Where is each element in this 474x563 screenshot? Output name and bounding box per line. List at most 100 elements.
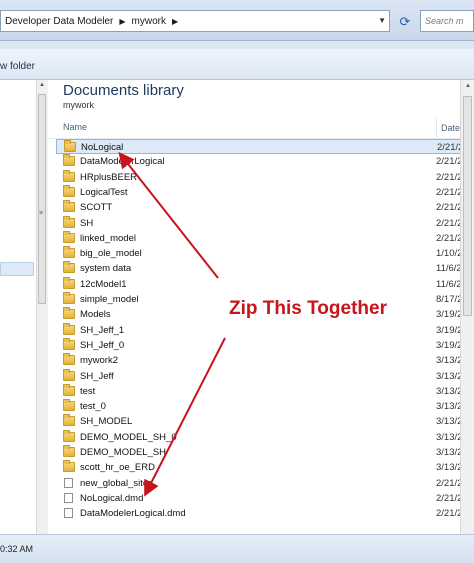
folder-row[interactable]: linked_model 2/21/20: [56, 230, 468, 246]
file-date: 3/13/2: [436, 355, 463, 367]
search-input[interactable]: Search m: [420, 10, 474, 32]
file-name: SH_Jeff_1: [80, 324, 125, 336]
folder-row[interactable]: SH_Jeff 3/13/2: [56, 368, 463, 384]
folder-icon: [63, 353, 75, 366]
file-name: simple_model: [80, 294, 139, 305]
file-name: Models: [80, 309, 111, 321]
folder-row[interactable]: SH_MODEL 3/13/2: [56, 414, 462, 429]
folder-row[interactable]: DEMO_MODEL_SH 3/13/2: [56, 445, 462, 460]
file-name: SH: [80, 217, 94, 229]
file-row[interactable]: DataModelerLogical.dmd 2/21/20: [56, 506, 468, 521]
folder-icon: [63, 445, 75, 457]
column-header-name[interactable]: Name: [63, 122, 87, 132]
folder-icon: [63, 322, 75, 335]
refresh-icon[interactable]: ⟳: [396, 13, 414, 31]
folder-row[interactable]: system data 11/6/2: [56, 261, 462, 276]
new-folder-button[interactable]: w folder: [0, 61, 35, 72]
chevron-down-icon[interactable]: ▼: [378, 16, 386, 25]
file-name: SH_Jeff_0: [80, 339, 125, 351]
breadcrumb-separator-icon[interactable]: ▶: [117, 17, 127, 26]
file-name: DataModelerLogical.dmd: [80, 508, 186, 520]
file-icon: [64, 492, 73, 503]
folder-row[interactable]: SH 2/21/20: [56, 215, 468, 231]
breadcrumb-mywork[interactable]: mywork: [128, 16, 170, 27]
scroll-grip-icon: ≡: [39, 210, 44, 217]
folder-row[interactable]: LogicalTest 2/21/20: [56, 184, 468, 200]
scroll-up-icon[interactable]: ▲: [39, 82, 45, 88]
address-bar[interactable]: Developer Data Modeler ▶ mywork ▶ ▼: [0, 10, 390, 32]
file-name: NoLogical: [81, 142, 124, 153]
file-name: big_ole_model: [80, 248, 142, 260]
library-title: Documents library: [63, 82, 184, 99]
file-date: 3/13/2: [436, 385, 463, 397]
file-date: 3/13/2: [436, 416, 463, 428]
folder-row[interactable]: SCOTT 2/21/20: [56, 200, 468, 215]
folder-icon: [63, 246, 75, 259]
clock-time[interactable]: 0:32 AM: [0, 544, 33, 554]
folder-row[interactable]: big_ole_model 1/10/20: [56, 246, 468, 261]
file-date: 11/6/2: [436, 263, 462, 275]
file-date: 3/13/2: [436, 431, 463, 443]
file-name: HRplusBEER: [80, 171, 138, 183]
file-name: test_0: [80, 401, 106, 413]
folder-row[interactable]: HRplusBEER 2/21/20: [56, 169, 468, 185]
folder-icon: [63, 154, 75, 167]
navigation-scrollbar[interactable]: ▲ ≡: [36, 80, 48, 534]
file-name: mywork2: [80, 355, 119, 367]
file-name: test: [80, 385, 96, 397]
folder-row[interactable]: NoLogical 2/21/20: [56, 139, 469, 154]
folder-row[interactable]: DEMO_MODEL_SH_0 3/13/2: [56, 429, 463, 445]
file-name: SH_MODEL: [80, 416, 133, 428]
file-icon: [64, 508, 73, 519]
file-date: 3/13/2: [436, 370, 463, 382]
folder-icon: [64, 140, 76, 152]
folder-row[interactable]: test_0 3/13/2: [56, 399, 462, 414]
library-subtitle: mywork: [63, 100, 94, 110]
folder-row[interactable]: mywork2 3/13/2: [56, 353, 462, 368]
file-name: LogicalTest: [80, 186, 128, 198]
command-toolbar: w folder: [0, 41, 474, 80]
folder-row[interactable]: SH_Jeff_0 3/19/2: [56, 337, 463, 353]
breadcrumb-separator-icon[interactable]: ▶: [170, 17, 180, 26]
file-name: linked_model: [80, 232, 136, 244]
folder-row[interactable]: DataModelerLogical 2/21/20: [56, 154, 468, 169]
file-row[interactable]: NoLogical.dmd 2/21/20: [56, 491, 468, 506]
folder-row[interactable]: 12cModel1 11/6/2: [56, 276, 462, 292]
folder-icon: [63, 184, 75, 197]
folder-icon: [63, 399, 75, 412]
folder-icon: [63, 215, 75, 228]
file-date: 11/6/2: [436, 278, 462, 290]
nav-selected-item[interactable]: [0, 262, 34, 276]
file-name: SH_Jeff: [80, 370, 114, 382]
file-name: DEMO_MODEL_SH: [80, 447, 167, 458]
file-name: new_global_sites: [80, 477, 153, 489]
navigation-pane[interactable]: [0, 80, 37, 534]
folder-icon: [63, 292, 75, 304]
folder-icon: [63, 169, 75, 182]
column-header-row: Name Date m: [48, 118, 470, 139]
file-date: 3/19/2: [436, 309, 463, 321]
folder-icon: [63, 414, 75, 427]
folder-icon: [63, 460, 75, 473]
file-name: system data: [80, 263, 132, 275]
scrollbar-thumb[interactable]: [463, 96, 472, 316]
folder-icon: [63, 383, 75, 396]
folder-icon: [63, 337, 75, 350]
folder-row[interactable]: scott_hr_oe_ERD 3/13/2: [56, 460, 462, 475]
breadcrumb-developer-data-modeler[interactable]: Developer Data Modeler: [1, 16, 117, 27]
file-icon: [64, 477, 73, 488]
file-name: SCOTT: [80, 202, 113, 214]
file-date: 3/13/2: [436, 462, 463, 474]
scrollbar-thumb[interactable]: [38, 94, 46, 304]
file-date: 3/13/2: [436, 447, 463, 458]
folder-row[interactable]: SH_Jeff_1 3/19/2: [56, 322, 462, 338]
file-name: 12cModel1: [80, 278, 127, 290]
file-date: 3/19/2: [436, 339, 463, 351]
file-date: 8/17/2: [436, 294, 463, 305]
file-row[interactable]: new_global_sites 2/21/20: [56, 476, 468, 491]
file-list-scrollbar[interactable]: ▲: [460, 80, 474, 534]
scroll-up-icon[interactable]: ▲: [465, 83, 471, 89]
folder-row[interactable]: test 3/13/2: [56, 383, 463, 399]
address-bar-region: Developer Data Modeler ▶ mywork ▶ ▼ ⟳ Se…: [0, 0, 474, 41]
folder-icon: [63, 307, 75, 320]
